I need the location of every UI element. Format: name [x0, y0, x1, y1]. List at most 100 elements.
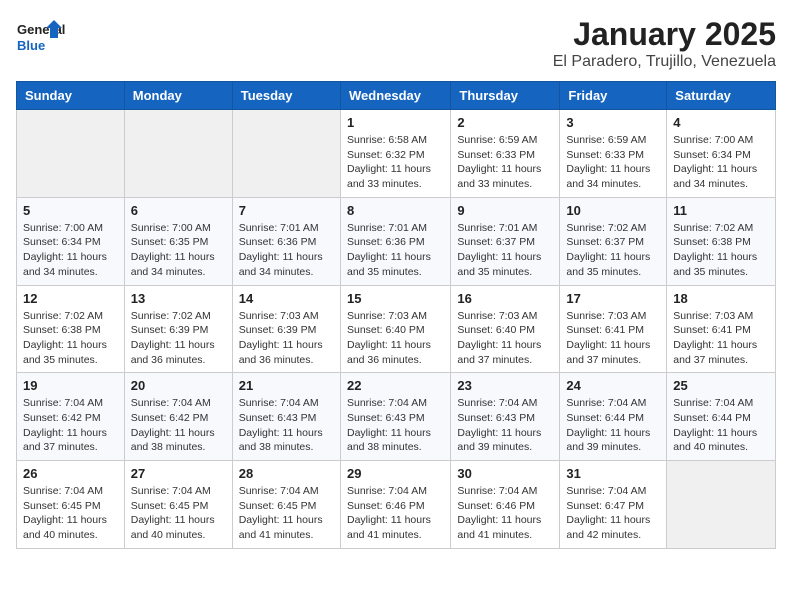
day-number: 9 [457, 203, 553, 218]
day-number: 1 [347, 115, 444, 130]
day-number: 12 [23, 291, 118, 306]
day-number: 20 [131, 378, 226, 393]
calendar-week-row: 5 Sunrise: 7:00 AMSunset: 6:34 PMDaylight… [17, 197, 776, 285]
day-info: Sunrise: 7:04 AMSunset: 6:43 PMDaylight:… [239, 396, 334, 455]
day-info: Sunrise: 7:02 AMSunset: 6:37 PMDaylight:… [566, 221, 660, 280]
calendar-week-row: 1Sunrise: 6:58 AMSunset: 6:32 PMDaylight… [17, 110, 776, 198]
calendar-cell: 5 Sunrise: 7:00 AMSunset: 6:34 PMDaylight… [17, 197, 125, 285]
calendar-cell: 4Sunrise: 7:00 AMSunset: 6:34 PMDaylight… [667, 110, 776, 198]
calendar-cell: 27 Sunrise: 7:04 AMSunset: 6:45 PMDayligh… [124, 461, 232, 549]
day-number: 31 [566, 466, 660, 481]
day-info: Sunrise: 7:04 AMSunset: 6:47 PMDaylight:… [566, 484, 660, 543]
day-number: 22 [347, 378, 444, 393]
calendar-cell: 24Sunrise: 7:04 AMSunset: 6:44 PMDayligh… [560, 373, 667, 461]
day-number: 21 [239, 378, 334, 393]
calendar-title: January 2025 [553, 16, 776, 53]
day-number: 16 [457, 291, 553, 306]
calendar-cell: 13Sunrise: 7:02 AMSunset: 6:39 PMDayligh… [124, 285, 232, 373]
page-header: General Blue January 2025 El Paradero, T… [16, 16, 776, 71]
calendar-cell: 30 Sunrise: 7:04 AMSunset: 6:46 PMDayligh… [451, 461, 560, 549]
calendar-cell [232, 110, 340, 198]
calendar-cell: 15 Sunrise: 7:03 AMSunset: 6:40 PMDayligh… [340, 285, 450, 373]
calendar-week-row: 12 Sunrise: 7:02 AMSunset: 6:38 PMDayligh… [17, 285, 776, 373]
weekday-header-tuesday: Tuesday [232, 82, 340, 110]
day-number: 26 [23, 466, 118, 481]
calendar-cell: 6 Sunrise: 7:00 AMSunset: 6:35 PMDaylight… [124, 197, 232, 285]
calendar-cell [124, 110, 232, 198]
calendar-cell: 7Sunrise: 7:01 AMSunset: 6:36 PMDaylight… [232, 197, 340, 285]
day-info: Sunrise: 7:00 AMSunset: 6:34 PMDaylight:… [673, 133, 769, 192]
calendar-week-row: 19Sunrise: 7:04 AMSunset: 6:42 PMDayligh… [17, 373, 776, 461]
weekday-header-thursday: Thursday [451, 82, 560, 110]
day-info: Sunrise: 7:04 AMSunset: 6:43 PMDaylight:… [457, 396, 553, 455]
day-info: Sunrise: 7:04 AMSunset: 6:44 PMDaylight:… [673, 396, 769, 455]
day-info: Sunrise: 7:04 AMSunset: 6:46 PMDaylight:… [457, 484, 553, 543]
day-number: 27 [131, 466, 226, 481]
calendar-cell: 3 Sunrise: 6:59 AMSunset: 6:33 PMDaylight… [560, 110, 667, 198]
day-number: 2 [457, 115, 553, 130]
day-number: 6 [131, 203, 226, 218]
calendar-table: SundayMondayTuesdayWednesdayThursdayFrid… [16, 81, 776, 549]
day-info: Sunrise: 7:01 AMSunset: 6:36 PMDaylight:… [239, 221, 334, 280]
calendar-cell: 26 Sunrise: 7:04 AMSunset: 6:45 PMDayligh… [17, 461, 125, 549]
calendar-cell: 21 Sunrise: 7:04 AMSunset: 6:43 PMDayligh… [232, 373, 340, 461]
day-info: Sunrise: 7:04 AMSunset: 6:46 PMDaylight:… [347, 484, 444, 543]
day-info: Sunrise: 7:03 AMSunset: 6:41 PMDaylight:… [566, 309, 660, 368]
day-number: 30 [457, 466, 553, 481]
day-info: Sunrise: 7:03 AMSunset: 6:40 PMDaylight:… [347, 309, 444, 368]
calendar-cell: 12 Sunrise: 7:02 AMSunset: 6:38 PMDayligh… [17, 285, 125, 373]
calendar-cell: 18Sunrise: 7:03 AMSunset: 6:41 PMDayligh… [667, 285, 776, 373]
day-info: Sunrise: 7:01 AMSunset: 6:37 PMDaylight:… [457, 221, 553, 280]
day-info: Sunrise: 7:04 AMSunset: 6:42 PMDaylight:… [23, 396, 118, 455]
calendar-cell: 14Sunrise: 7:03 AMSunset: 6:39 PMDayligh… [232, 285, 340, 373]
day-number: 15 [347, 291, 444, 306]
calendar-cell: 1Sunrise: 6:58 AMSunset: 6:32 PMDaylight… [340, 110, 450, 198]
svg-text:Blue: Blue [17, 38, 45, 53]
weekday-header-saturday: Saturday [667, 82, 776, 110]
calendar-cell: 22 Sunrise: 7:04 AMSunset: 6:43 PMDayligh… [340, 373, 450, 461]
day-number: 5 [23, 203, 118, 218]
day-info: Sunrise: 7:02 AMSunset: 6:38 PMDaylight:… [673, 221, 769, 280]
day-info: Sunrise: 7:00 AMSunset: 6:34 PMDaylight:… [23, 221, 118, 280]
day-info: Sunrise: 7:00 AMSunset: 6:35 PMDaylight:… [131, 221, 226, 280]
logo: General Blue [16, 16, 66, 60]
calendar-cell: 9 Sunrise: 7:01 AMSunset: 6:37 PMDaylight… [451, 197, 560, 285]
day-info: Sunrise: 7:04 AMSunset: 6:45 PMDaylight:… [131, 484, 226, 543]
calendar-subtitle: El Paradero, Trujillo, Venezuela [553, 53, 776, 71]
day-info: Sunrise: 7:04 AMSunset: 6:42 PMDaylight:… [131, 396, 226, 455]
calendar-cell [17, 110, 125, 198]
day-info: Sunrise: 7:01 AMSunset: 6:36 PMDaylight:… [347, 221, 444, 280]
calendar-cell: 31 Sunrise: 7:04 AMSunset: 6:47 PMDayligh… [560, 461, 667, 549]
calendar-cell: 28Sunrise: 7:04 AMSunset: 6:45 PMDayligh… [232, 461, 340, 549]
day-number: 11 [673, 203, 769, 218]
day-number: 29 [347, 466, 444, 481]
calendar-cell: 19Sunrise: 7:04 AMSunset: 6:42 PMDayligh… [17, 373, 125, 461]
weekday-header-monday: Monday [124, 82, 232, 110]
day-number: 10 [566, 203, 660, 218]
day-info: Sunrise: 7:02 AMSunset: 6:38 PMDaylight:… [23, 309, 118, 368]
day-number: 25 [673, 378, 769, 393]
day-number: 28 [239, 466, 334, 481]
weekday-header-sunday: Sunday [17, 82, 125, 110]
calendar-cell: 29 Sunrise: 7:04 AMSunset: 6:46 PMDayligh… [340, 461, 450, 549]
calendar-cell: 23 Sunrise: 7:04 AMSunset: 6:43 PMDayligh… [451, 373, 560, 461]
day-number: 8 [347, 203, 444, 218]
day-info: Sunrise: 6:59 AMSunset: 6:33 PMDaylight:… [566, 133, 660, 192]
calendar-cell: 2 Sunrise: 6:59 AMSunset: 6:33 PMDaylight… [451, 110, 560, 198]
day-number: 23 [457, 378, 553, 393]
day-number: 24 [566, 378, 660, 393]
calendar-cell: 11 Sunrise: 7:02 AMSunset: 6:38 PMDayligh… [667, 197, 776, 285]
day-info: Sunrise: 7:03 AMSunset: 6:41 PMDaylight:… [673, 309, 769, 368]
day-info: Sunrise: 6:59 AMSunset: 6:33 PMDaylight:… [457, 133, 553, 192]
day-number: 17 [566, 291, 660, 306]
day-number: 3 [566, 115, 660, 130]
weekday-header-wednesday: Wednesday [340, 82, 450, 110]
day-number: 13 [131, 291, 226, 306]
day-info: Sunrise: 7:03 AMSunset: 6:40 PMDaylight:… [457, 309, 553, 368]
day-info: Sunrise: 7:04 AMSunset: 6:45 PMDaylight:… [23, 484, 118, 543]
calendar-title-block: January 2025 El Paradero, Trujillo, Vene… [553, 16, 776, 71]
logo-svg: General Blue [16, 16, 66, 60]
day-number: 14 [239, 291, 334, 306]
day-info: Sunrise: 7:04 AMSunset: 6:43 PMDaylight:… [347, 396, 444, 455]
calendar-cell: 16 Sunrise: 7:03 AMSunset: 6:40 PMDayligh… [451, 285, 560, 373]
